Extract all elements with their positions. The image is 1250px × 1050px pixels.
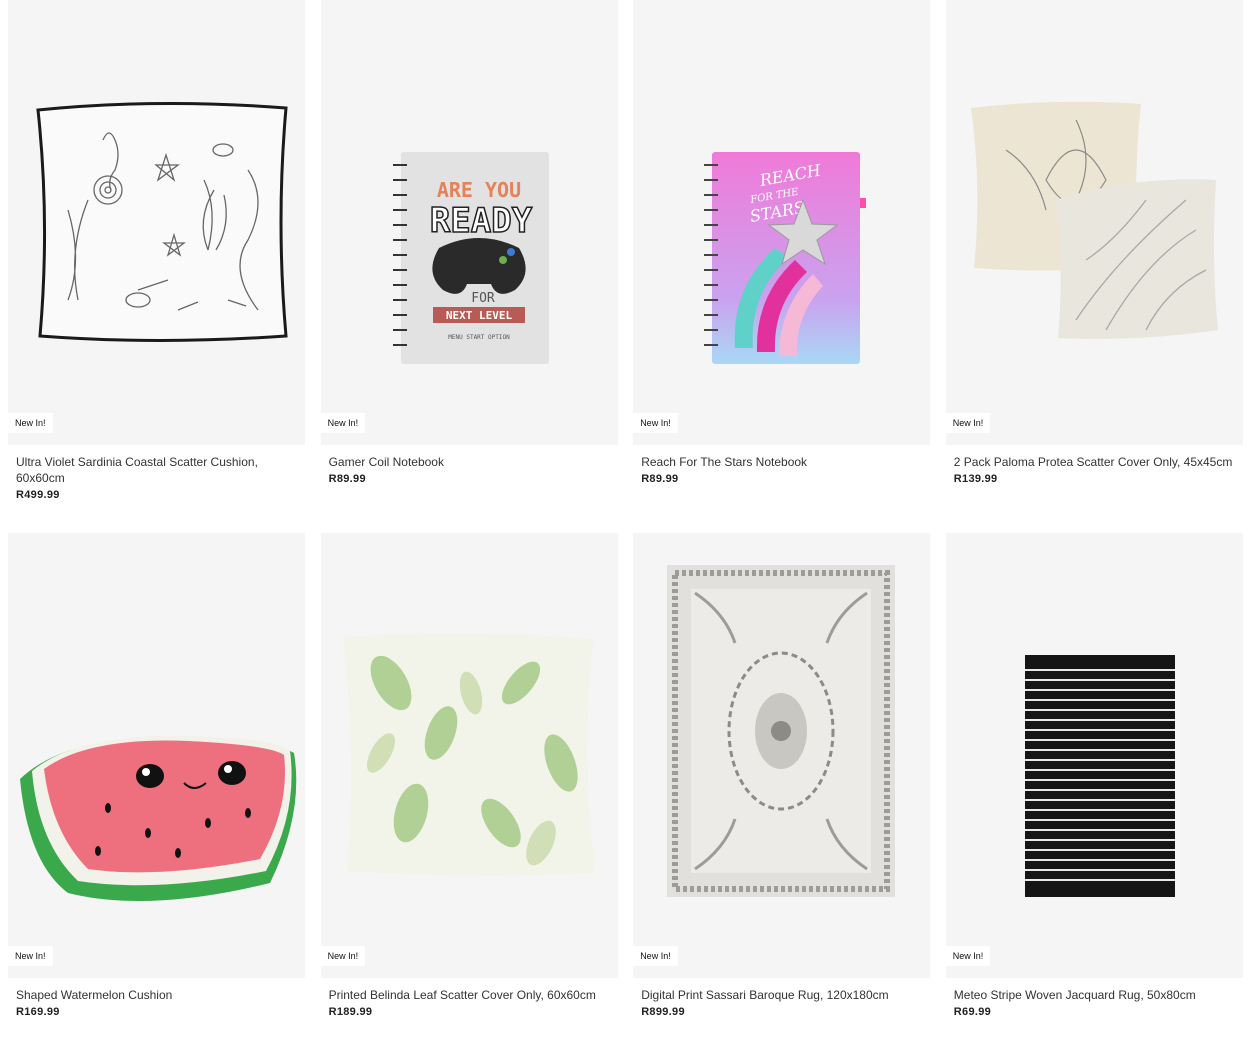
watermelon-cushion-image	[20, 735, 297, 901]
new-in-badge: New In!	[633, 946, 678, 966]
product-card[interactable]: REACH FOR THE STARS New In! Reach For Th…	[633, 0, 931, 533]
new-in-badge: New In!	[320, 946, 366, 966]
product-price: R189.99	[328, 1006, 373, 1018]
product-image[interactable]: ARE YOU READY FOR NEXT LEVEL MENU START …	[320, 0, 618, 445]
product-title[interactable]: Printed Belinda Leaf Scatter Cover Only,…	[329, 987, 610, 1003]
stars-notebook-image: REACH FOR THE STARS	[704, 152, 867, 364]
product-title[interactable]: Reach For The Stars Notebook	[641, 454, 922, 470]
svg-text:ARE YOU: ARE YOU	[436, 178, 520, 202]
new-in-badge: New In!	[633, 413, 678, 433]
new-in-badge: New In!	[945, 946, 991, 966]
gamer-notebook-image: ARE YOU READY FOR NEXT LEVEL MENU START …	[392, 152, 549, 364]
product-price: R499.99	[16, 489, 60, 501]
stripe-rug-image	[1024, 655, 1175, 897]
product-title[interactable]: Digital Print Sassari Baroque Rug, 120x1…	[641, 987, 922, 1003]
product-title[interactable]: Meteo Stripe Woven Jacquard Rug, 50x80cm	[954, 987, 1235, 1003]
new-in-badge: New In!	[320, 413, 366, 433]
svg-text:READY: READY	[429, 201, 532, 241]
svg-text:FOR: FOR	[471, 291, 495, 306]
product-image[interactable]: New In!	[8, 0, 305, 445]
product-price: R89.99	[641, 473, 679, 485]
product-card[interactable]: New In! 2 Pack Paloma Protea Scatter Cov…	[945, 0, 1243, 533]
leaf-cushion-image	[342, 633, 595, 876]
product-title[interactable]: Shaped Watermelon Cushion	[16, 987, 297, 1003]
new-in-badge: New In!	[8, 413, 53, 433]
product-grid: New In! Ultra Violet Sardinia Coastal Sc…	[0, 0, 1250, 1050]
svg-text:NEXT LEVEL: NEXT LEVEL	[445, 309, 512, 322]
product-card[interactable]: New In! Shaped Watermelon Cushion R169.9…	[8, 533, 305, 1050]
product-title[interactable]: Gamer Coil Notebook	[329, 454, 610, 470]
product-title[interactable]: Ultra Violet Sardinia Coastal Scatter Cu…	[16, 454, 297, 486]
product-title[interactable]: 2 Pack Paloma Protea Scatter Cover Only,…	[954, 454, 1235, 470]
product-price: R139.99	[953, 473, 998, 485]
product-image[interactable]: New In!	[320, 533, 618, 978]
product-image[interactable]: REACH FOR THE STARS New In!	[633, 0, 931, 445]
new-in-badge: New In!	[8, 946, 53, 966]
product-image[interactable]: New In!	[945, 0, 1243, 445]
product-price: R89.99	[328, 473, 366, 485]
product-price: R899.99	[641, 1006, 685, 1018]
new-in-badge: New In!	[945, 413, 991, 433]
product-card[interactable]: New In! Meteo Stripe Woven Jacquard Rug,…	[945, 533, 1243, 1050]
coastal-cushion-image	[36, 101, 288, 342]
product-card[interactable]: New In! Digital Print Sassari Baroque Ru…	[633, 533, 931, 1050]
product-card[interactable]: New In! Printed Belinda Leaf Scatter Cov…	[320, 533, 618, 1050]
product-image[interactable]: New In!	[633, 533, 931, 978]
baroque-rug-image	[667, 565, 896, 897]
product-price: R169.99	[16, 1006, 60, 1018]
svg-text:MENU START OPTION: MENU START OPTION	[448, 334, 510, 341]
product-card[interactable]: ARE YOU READY FOR NEXT LEVEL MENU START …	[320, 0, 618, 533]
protea-cushions-image	[970, 101, 1218, 339]
product-card[interactable]: New In! Ultra Violet Sardinia Coastal Sc…	[8, 0, 305, 533]
product-image[interactable]: New In!	[945, 533, 1243, 978]
product-image[interactable]: New In!	[8, 533, 305, 978]
product-price: R69.99	[953, 1006, 992, 1018]
